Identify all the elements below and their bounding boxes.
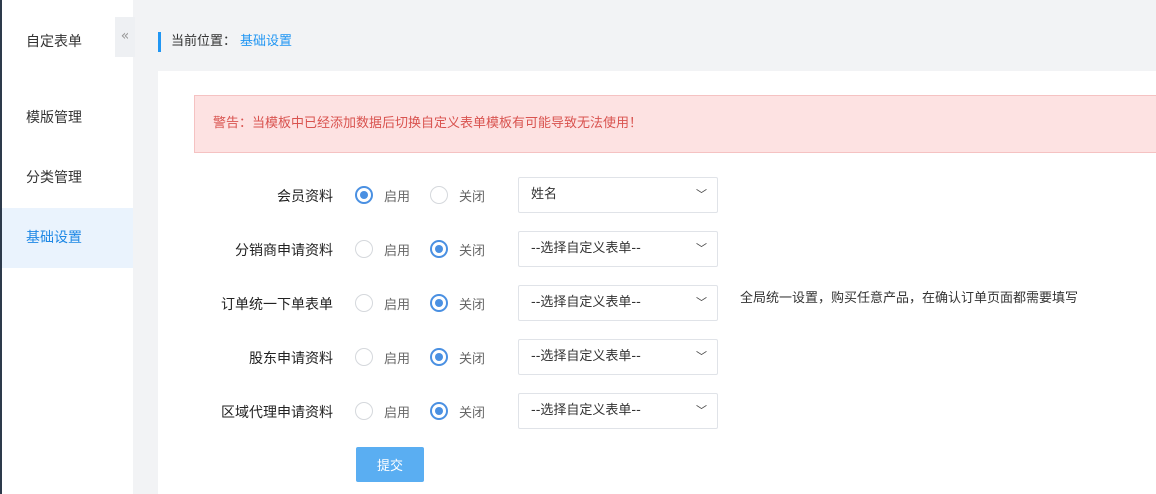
radio-dot-icon — [430, 186, 448, 204]
row-label: 股东申请资料 — [249, 351, 333, 367]
breadcrumb-current[interactable]: 基础设置 — [240, 34, 292, 49]
enable-radio[interactable]: 启用 — [355, 285, 410, 321]
disable-radio-label: 关闭 — [459, 189, 486, 205]
enable-radio-label: 启用 — [384, 351, 411, 367]
form-select[interactable]: --选择自定义表单-- ﹀ — [518, 393, 718, 429]
form-row-member-profile: 会员资料 启用 关闭 姓名 ﹀ — [158, 177, 1156, 213]
enable-radio[interactable]: 启用 — [355, 231, 410, 267]
sidebar-title: 自定表单 — [26, 34, 82, 50]
form-select[interactable]: --选择自定义表单-- ﹀ — [518, 339, 718, 375]
radio-dot-icon — [430, 240, 448, 258]
disable-radio[interactable]: 关闭 — [430, 393, 485, 429]
form-row-distributor-application: 分销商申请资料 启用 关闭 --选择自定义表单-- ﹀ — [158, 231, 1156, 267]
form-select-value: 姓名 — [531, 187, 558, 202]
disable-radio[interactable]: 关闭 — [430, 231, 485, 267]
settings-panel: 警告：当模板中已经添加数据后切换自定义表单模板有可能导致无法使用！ 会员资料 启… — [158, 71, 1156, 494]
enable-radio[interactable]: 启用 — [355, 177, 410, 213]
breadcrumb: 当前位置： 基础设置 — [158, 32, 292, 52]
chevron-down-icon: ﹀ — [696, 296, 707, 309]
radio-dot-icon — [355, 294, 373, 312]
radio-dot-icon — [355, 186, 373, 204]
disable-radio[interactable]: 关闭 — [430, 177, 485, 213]
disable-radio-label: 关闭 — [459, 351, 486, 367]
row-label: 分销商申请资料 — [235, 243, 333, 259]
radio-dot-icon — [430, 348, 448, 366]
disable-radio[interactable]: 关闭 — [430, 339, 485, 375]
row-label: 订单统一下单表单 — [221, 297, 333, 313]
form-select-value: --选择自定义表单-- — [531, 349, 641, 364]
form-row-shareholder-application: 股东申请资料 启用 关闭 --选择自定义表单-- ﹀ — [158, 339, 1156, 375]
disable-radio-label: 关闭 — [459, 405, 486, 421]
row-label: 会员资料 — [277, 189, 333, 205]
chevron-down-icon: ﹀ — [696, 404, 707, 417]
form-select-value: --选择自定义表单-- — [531, 295, 641, 310]
enable-radio-label: 启用 — [384, 243, 411, 259]
radio-dot-icon — [355, 240, 373, 258]
enable-radio-label: 启用 — [384, 405, 411, 421]
radio-dot-icon — [430, 402, 448, 420]
collapse-sidebar-icon[interactable]: « — [115, 17, 135, 57]
row-label: 区域代理申请资料 — [221, 405, 333, 421]
form-select[interactable]: --选择自定义表单-- ﹀ — [518, 285, 718, 321]
warning-alert: 警告：当模板中已经添加数据后切换自定义表单模板有可能导致无法使用！ — [194, 95, 1156, 153]
submit-button[interactable]: 提交 — [356, 447, 424, 482]
chevron-down-icon: ﹀ — [696, 242, 707, 255]
form-select-value: --选择自定义表单-- — [531, 403, 641, 418]
sidebar-item-basic-settings[interactable]: 基础设置 — [2, 208, 133, 268]
radio-dot-icon — [430, 294, 448, 312]
form-row-regional-agent-application: 区域代理申请资料 启用 关闭 --选择自定义表单-- ﹀ — [158, 393, 1156, 429]
form-select[interactable]: --选择自定义表单-- ﹀ — [518, 231, 718, 267]
breadcrumb-prefix: 当前位置： — [171, 34, 237, 49]
sidebar: 自定表单 « 模版管理 分类管理 基础设置 — [2, 0, 135, 494]
form-select[interactable]: 姓名 ﹀ — [518, 177, 718, 213]
radio-dot-icon — [355, 402, 373, 420]
order-form-hint: 全局统一设置，购买任意产品，在确认订单页面都需要填写 — [740, 291, 1079, 306]
disable-radio[interactable]: 关闭 — [430, 285, 485, 321]
enable-radio-label: 启用 — [384, 297, 411, 313]
radio-dot-icon — [355, 348, 373, 366]
chevron-down-icon: ﹀ — [696, 350, 707, 363]
disable-radio-label: 关闭 — [459, 297, 486, 313]
chevron-down-icon: ﹀ — [696, 188, 707, 201]
form-select-value: --选择自定义表单-- — [531, 241, 641, 256]
sidebar-item-category-management[interactable]: 分类管理 — [2, 148, 133, 208]
disable-radio-label: 关闭 — [459, 243, 486, 259]
enable-radio-label: 启用 — [384, 189, 411, 205]
sidebar-item-template-management[interactable]: 模版管理 — [2, 88, 133, 148]
enable-radio[interactable]: 启用 — [355, 393, 410, 429]
enable-radio[interactable]: 启用 — [355, 339, 410, 375]
